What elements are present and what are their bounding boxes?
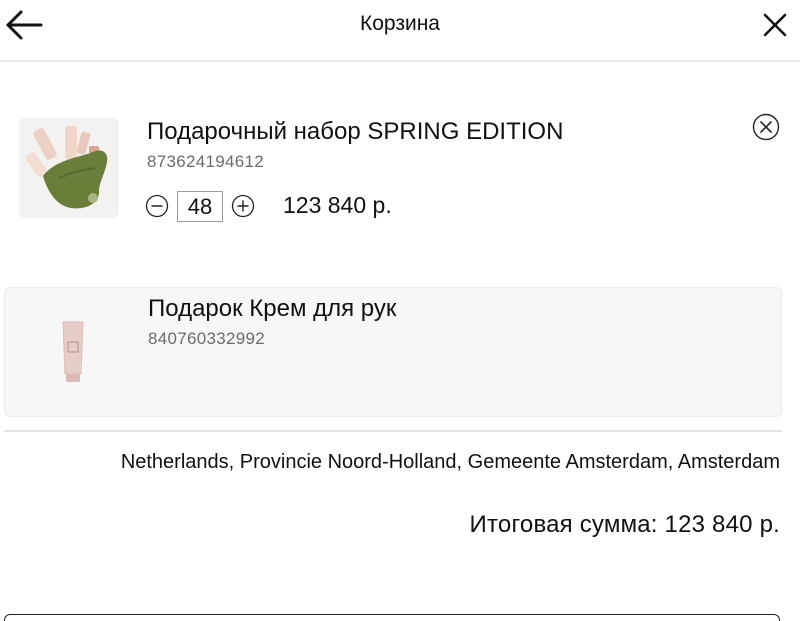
delivery-address: Netherlands, Provincie Noord-Holland, Ge…: [120, 451, 780, 473]
product-image-gift-set[interactable]: [19, 118, 119, 218]
remove-circle-x-icon: [752, 113, 780, 141]
gift-item: Подарок Крем для рук 840760332992: [4, 287, 782, 417]
product-image-graphic: [27, 296, 117, 396]
product-image-graphic: [19, 118, 119, 218]
quantity-stepper: 123 840 р.: [145, 191, 445, 222]
plus-circle-icon: [231, 194, 255, 218]
page-title: Корзина: [360, 12, 440, 35]
close-button[interactable]: [760, 10, 790, 40]
close-icon: [763, 13, 787, 37]
increase-quantity-button[interactable]: [231, 194, 255, 218]
checkout-button[interactable]: [4, 614, 780, 621]
order-total: Итоговая сумма: 123 840 р.: [469, 511, 780, 538]
product-sku: 873624194612: [147, 152, 265, 171]
minus-circle-icon: [145, 194, 169, 218]
product-name: Подарок Крем для рук: [148, 295, 397, 322]
product-sku: 840760332992: [148, 329, 266, 348]
product-name: Подарочный набор SPRING EDITION: [147, 118, 564, 145]
remove-item-button[interactable]: [752, 113, 780, 141]
decrease-quantity-button[interactable]: [145, 194, 169, 218]
quantity-field[interactable]: [177, 191, 223, 222]
cart-item: Подарочный набор SPRING EDITION 87362419…: [0, 100, 800, 240]
divider: [4, 430, 782, 432]
product-image-hand-cream[interactable]: [27, 296, 117, 396]
item-price: 123 840 р.: [283, 192, 392, 218]
header-bar: Корзина: [0, 0, 800, 62]
